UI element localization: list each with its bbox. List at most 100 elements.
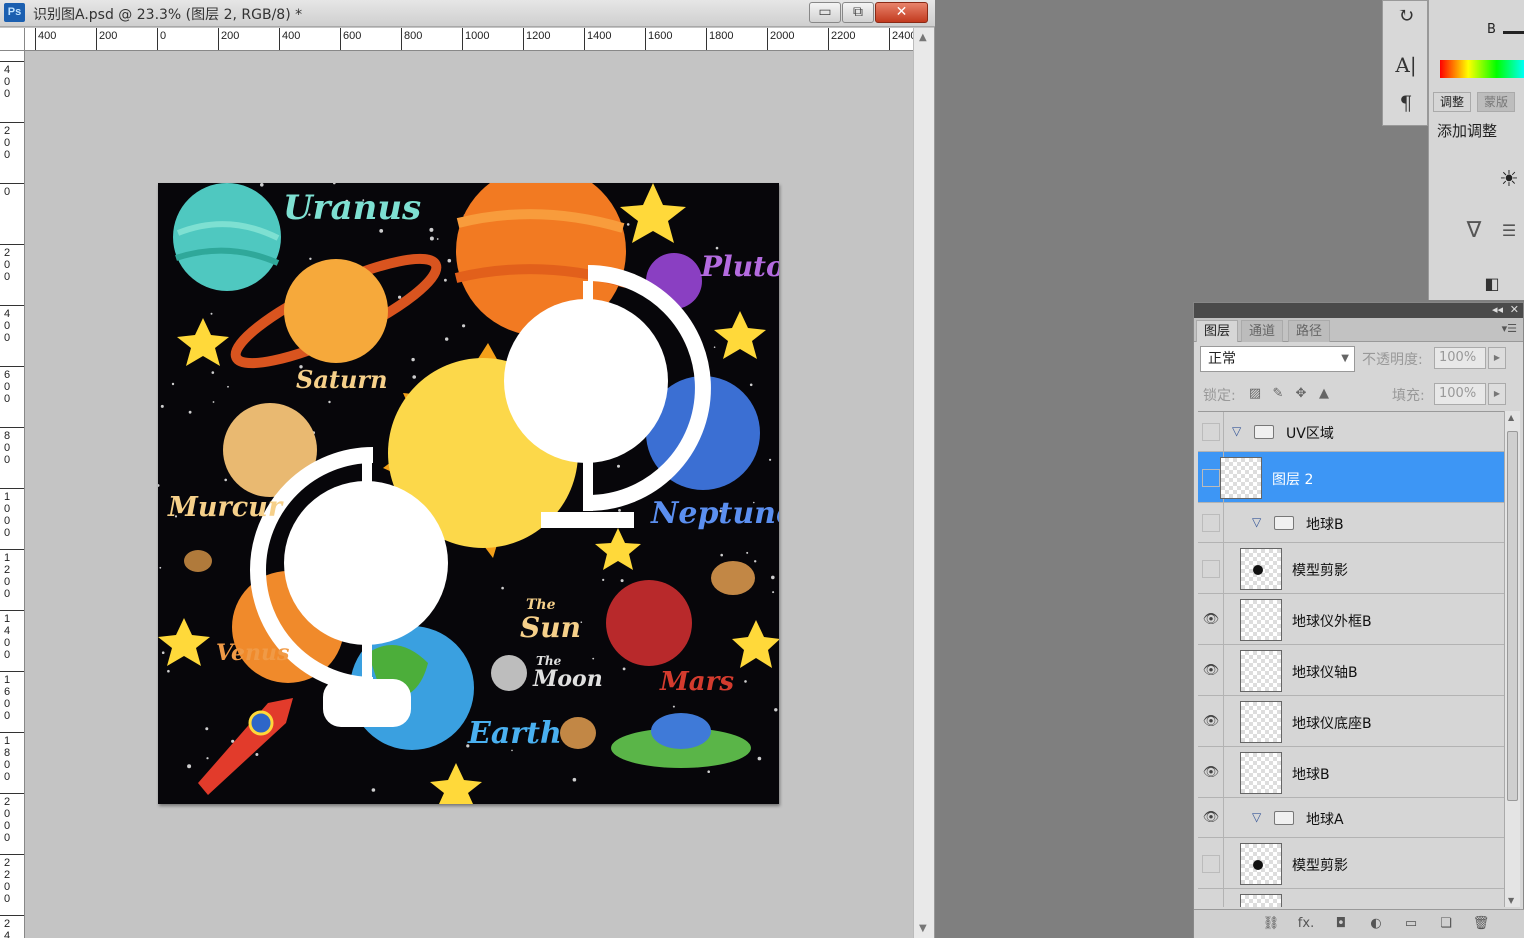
tab-layers[interactable]: 图层: [1196, 320, 1239, 342]
layer-row[interactable]: 👁 地球仪轴B: [1198, 645, 1504, 696]
horizontal-ruler[interactable]: 400 200 0 200 400 600 800 1000 1200 1400 1600 1800 2…: [25, 28, 913, 51]
brightness-icon[interactable]: ☀: [1495, 166, 1523, 194]
paragraph-panel-icon[interactable]: ¶: [1392, 89, 1420, 117]
layer-row[interactable]: 图层 2: [1198, 452, 1504, 503]
channel-slider[interactable]: [1503, 31, 1524, 34]
visibility-cell[interactable]: [1198, 543, 1224, 593]
link-layers-icon[interactable]: ⛓: [1260, 915, 1282, 933]
eye-icon[interactable]: 👁: [1202, 906, 1220, 908]
visibility-cell[interactable]: [1198, 503, 1224, 542]
label-mars: Mars: [659, 667, 734, 697]
layer-thumbnail[interactable]: [1240, 893, 1282, 907]
layer-thumbnail[interactable]: [1220, 456, 1262, 499]
layer-row[interactable]: 👁 地球仪外框A: [1198, 889, 1504, 907]
tab-masks[interactable]: 蒙版: [1477, 92, 1516, 112]
eye-icon[interactable]: 👁: [1202, 764, 1220, 782]
close-button[interactable]: ✕: [875, 2, 928, 23]
lock-image-icon[interactable]: ✎: [1270, 386, 1286, 402]
close-panel-icon[interactable]: ✕: [1510, 303, 1519, 317]
hidden-visibility-box[interactable]: [1202, 468, 1220, 487]
warp-text-icon[interactable]: ↻: [1392, 1, 1420, 29]
title-bar[interactable]: Ps 识别图A.psd @ 23.3% (图层 2, RGB/8) * ▭ ⧉ …: [0, 0, 935, 27]
lock-all-icon[interactable]: ▲: [1316, 386, 1332, 402]
scrollbar-thumb[interactable]: [1507, 431, 1518, 801]
layer-row[interactable]: 👁 地球仪底座B: [1198, 696, 1504, 747]
layer-thumbnail[interactable]: [1240, 649, 1282, 692]
layer-row[interactable]: 模型剪影: [1198, 543, 1504, 594]
opacity-slider-arrow[interactable]: ▶: [1488, 347, 1506, 369]
ruler-tick-label: 24: [4, 918, 11, 938]
ruler-origin[interactable]: [0, 28, 25, 51]
new-layer-icon[interactable]: ❏: [1435, 915, 1457, 933]
eye-icon[interactable]: 👁: [1202, 713, 1220, 731]
hidden-visibility-box[interactable]: [1202, 854, 1220, 873]
layer-thumbnail[interactable]: [1240, 700, 1282, 743]
visibility-cell[interactable]: 👁: [1198, 798, 1224, 837]
hidden-visibility-box[interactable]: [1202, 423, 1220, 441]
visibility-cell[interactable]: 👁: [1198, 594, 1224, 644]
adjustments-panel: B 调整 蒙版 添加调整 ☀ ∇ ☰ ◧: [1428, 0, 1524, 300]
levels-icon[interactable]: ☰: [1495, 218, 1523, 244]
ruler-tick-label: 1600: [648, 30, 673, 42]
layer-list: ▽ UV区域 图层 2 ▽ 地球B 模型剪影 👁 地球仪外框B 👁 地球仪轴B 👁 地球仪底座B 👁 地球…: [1198, 411, 1504, 907]
layer-thumbnail[interactable]: [1240, 842, 1282, 885]
channel-mixer-icon[interactable]: ◧: [1477, 272, 1507, 296]
minimize-button[interactable]: ▭: [809, 2, 841, 23]
tab-adjustments[interactable]: 调整: [1433, 92, 1472, 112]
restore-button[interactable]: ⧉: [842, 2, 874, 23]
layer-thumbnail[interactable]: [1240, 751, 1282, 794]
artwork-canvas[interactable]: Uranus Pluto Saturn Neptune Murcur Venus…: [158, 183, 779, 804]
fx-icon[interactable]: fx.: [1295, 915, 1317, 933]
layer-name: 模型剪影: [1292, 562, 1348, 579]
eye-icon[interactable]: 👁: [1202, 611, 1220, 629]
add-mask-icon[interactable]: ◘: [1330, 915, 1352, 933]
layer-list-scrollbar[interactable]: ▲ ▼: [1504, 411, 1520, 907]
blend-mode-select[interactable]: 正常 ▼: [1200, 346, 1355, 372]
panel-menu-icon[interactable]: ▾☰: [1502, 322, 1517, 335]
visibility-cell[interactable]: 👁: [1198, 645, 1224, 695]
visibility-cell[interactable]: [1198, 412, 1224, 451]
visibility-cell[interactable]: 👁: [1198, 747, 1224, 797]
layer-thumbnail[interactable]: [1240, 547, 1282, 590]
scroll-up-arrow[interactable]: ▲: [1508, 413, 1514, 422]
layer-group-row[interactable]: ▽ UV区域: [1198, 412, 1504, 452]
new-group-icon[interactable]: ▭: [1400, 915, 1422, 933]
visibility-cell[interactable]: 👁: [1198, 889, 1224, 907]
eye-icon[interactable]: 👁: [1202, 662, 1220, 680]
layer-row[interactable]: 模型剪影: [1198, 838, 1504, 889]
scroll-down-arrow[interactable]: ▼: [919, 923, 927, 934]
hidden-visibility-box[interactable]: [1202, 514, 1220, 532]
adjustment-layer-icon[interactable]: ◐: [1365, 915, 1387, 933]
delete-layer-icon[interactable]: 🗑: [1470, 915, 1492, 933]
lock-position-icon[interactable]: ✥: [1293, 386, 1309, 402]
expand-triangle-icon[interactable]: ▽: [1252, 515, 1261, 529]
layer-thumbnail[interactable]: [1240, 598, 1282, 641]
photoshop-app-icon[interactable]: Ps: [4, 3, 25, 22]
scroll-down-arrow[interactable]: ▼: [1508, 896, 1514, 905]
vibrance-icon[interactable]: ∇: [1461, 218, 1487, 244]
fill-field[interactable]: 100%: [1434, 383, 1486, 405]
tab-paths[interactable]: 路径: [1288, 320, 1331, 342]
vertical-scrollbar[interactable]: ▲ ▼: [913, 28, 934, 938]
visibility-cell[interactable]: 👁: [1198, 696, 1224, 746]
star-dot: [161, 651, 165, 654]
tab-channels[interactable]: 通道: [1241, 320, 1284, 342]
scroll-up-arrow[interactable]: ▲: [919, 32, 927, 43]
layer-group-row[interactable]: 👁 ▽ 地球A: [1198, 798, 1504, 838]
layer-group-row[interactable]: ▽ 地球B: [1198, 503, 1504, 543]
layer-row[interactable]: 👁 地球B: [1198, 747, 1504, 798]
lock-transparency-icon[interactable]: ▨: [1247, 386, 1263, 402]
eye-icon[interactable]: 👁: [1202, 809, 1220, 827]
opacity-field[interactable]: 100%: [1434, 347, 1486, 369]
layer-row[interactable]: 👁 地球仪外框B: [1198, 594, 1504, 645]
fill-slider-arrow[interactable]: ▶: [1488, 383, 1506, 405]
hidden-visibility-box[interactable]: [1202, 559, 1220, 578]
panel-header-bar[interactable]: ◂◂ ✕: [1194, 303, 1523, 318]
collapse-panel-icon[interactable]: ◂◂: [1492, 303, 1503, 317]
character-panel-icon[interactable]: A|: [1392, 51, 1420, 79]
expand-triangle-icon[interactable]: ▽: [1232, 424, 1241, 438]
expand-triangle-icon[interactable]: ▽: [1252, 810, 1261, 824]
visibility-cell[interactable]: [1198, 838, 1224, 888]
color-spectrum-bar[interactable]: [1440, 60, 1524, 78]
vertical-ruler[interactable]: 400 200 0 200 400 600 800 1000 1200 1400 1600 1800 2…: [0, 51, 25, 938]
